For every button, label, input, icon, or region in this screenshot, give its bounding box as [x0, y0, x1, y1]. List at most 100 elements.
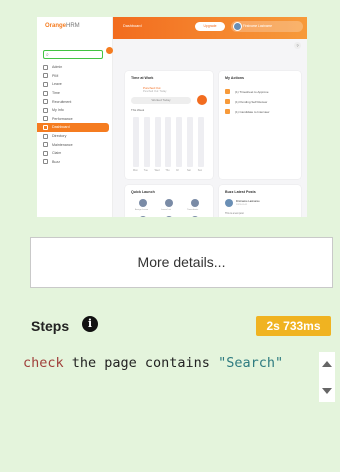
thumb-nav: Admin PIM Leave Time Recruitment My Info Perfo… — [37, 63, 113, 166]
action-label: (1) Timesheet to Approve — [235, 89, 269, 94]
week-bar — [197, 117, 204, 167]
action-label: (1) Candidate to Interview — [235, 109, 270, 114]
action-item: (1) Pending Self Review — [225, 97, 267, 106]
nav-icon — [43, 99, 48, 105]
scroll-down-icon[interactable] — [322, 388, 332, 394]
week-bars — [131, 115, 207, 167]
nav-icon — [43, 90, 48, 96]
nav-icon — [43, 150, 48, 156]
nav-label: Claim — [52, 151, 62, 156]
quick-launch-label: Timesheets — [187, 209, 199, 211]
nav-label: Maintenance — [52, 142, 73, 147]
card-title: Quick Launch — [131, 190, 155, 194]
step-code: check the page contains "Search" — [23, 352, 313, 412]
thumb-nav-item: Buzz — [37, 158, 113, 167]
quick-launch-label: Assign Leave — [135, 209, 149, 211]
code-keyword: check — [23, 355, 64, 371]
thumb-topbar-title: Dashboard — [123, 24, 142, 28]
thumb-card-quick-launch: Quick Launch Assign Leave Leave List Times… — [125, 185, 213, 217]
nav-icon — [43, 107, 48, 113]
nav-icon — [43, 73, 48, 79]
card-title: My Actions — [225, 76, 245, 80]
quick-icons: Assign LeaveLeave ListTimesheetsApply Le… — [133, 199, 209, 217]
week-bar — [176, 117, 183, 167]
nav-label: Directory — [52, 134, 67, 139]
quick-launch-icon — [165, 199, 173, 207]
nav-label: My Info — [52, 108, 64, 113]
nav-label: Recruitment — [52, 99, 72, 104]
day-label: Mon — [133, 169, 138, 172]
help-icon: ? — [294, 42, 301, 49]
nav-icon — [43, 142, 48, 148]
post-body: This is a test post — [225, 212, 244, 215]
nav-icon — [43, 64, 48, 70]
thumb-card-my-actions: My Actions (1) Timesheet to Approve (1) P… — [219, 71, 301, 179]
quick-launch-label: Leave List — [161, 209, 171, 211]
week-bar — [187, 117, 193, 167]
screenshot-thumbnail[interactable]: OrangeHRM ⌕ Admin PIM Leave Time Recruitment… — [37, 17, 307, 217]
nav-label: Leave — [52, 82, 62, 87]
thumb-upgrade-button: Upgrade — [195, 22, 225, 31]
day-label: Tue — [143, 169, 148, 172]
nav-icon — [43, 124, 48, 130]
thumb-nav-item: Maintenance — [37, 140, 113, 149]
thumb-nav-item: Admin — [37, 63, 113, 72]
nav-label: Admin — [52, 65, 63, 70]
nav-label: Performance — [52, 116, 73, 121]
week-bar — [165, 117, 172, 167]
week-bar — [154, 117, 161, 167]
thumb-topbar: Dashboard Upgrade Firstname Lastname — [113, 17, 307, 39]
thumb-nav-item: Directory — [37, 132, 113, 141]
quick-launch-icon — [139, 199, 147, 207]
thumb-main: Time at Work Punched Out Punched Out: To… — [113, 39, 307, 217]
punch-round-button — [197, 95, 207, 105]
week-bar — [143, 117, 150, 167]
quick-launch-icon — [191, 199, 199, 207]
code-scrollbar[interactable] — [319, 352, 335, 402]
action-item: (1) Candidate to Interview — [225, 107, 269, 116]
scroll-up-icon[interactable] — [322, 361, 332, 367]
code-text: the page contains — [63, 355, 219, 371]
thumb-nav-item: PIM — [37, 72, 113, 81]
punch-button: Worked Today — [131, 97, 191, 104]
thumb-avatar — [233, 22, 242, 31]
steps-title: Steps — [31, 318, 70, 334]
info-icon[interactable]: i — [82, 316, 98, 332]
thumb-card-time-at-work: Time at Work Punched Out Punched Out: To… — [125, 71, 213, 179]
thumb-card-buzz-posts: Buzz Latest Posts Firstname Lastname 202… — [219, 185, 301, 217]
day-label: Sun — [197, 169, 203, 172]
week-bar — [133, 117, 139, 167]
post: Firstname Lastname 2023-01-01 — [225, 199, 295, 209]
nav-label: Dashboard — [52, 125, 70, 130]
code-string: "Search" — [218, 355, 284, 371]
week-days: Mon Tue Wed Thu Fri Sat Sun — [131, 169, 207, 174]
thumb-nav-item: Recruitment — [37, 97, 113, 106]
thumb-nav-item: Performance — [37, 115, 113, 124]
post-avatar — [225, 199, 233, 207]
nav-label: Buzz — [52, 159, 60, 164]
week-label: This Week — [131, 108, 145, 112]
nav-icon — [43, 116, 48, 122]
card-title: Buzz Latest Posts — [225, 190, 256, 194]
action-icon — [225, 99, 230, 104]
day-label: Fri — [176, 169, 179, 172]
day-label: Wed — [154, 169, 160, 172]
card-title: Time at Work — [131, 76, 154, 80]
thumb-search-input: ⌕ — [43, 50, 103, 59]
thumb-nav-item: My Info — [37, 106, 113, 115]
nav-label: Time — [52, 91, 60, 96]
thumb-sidebar: OrangeHRM ⌕ Admin PIM Leave Time Recruitment… — [37, 17, 113, 217]
nav-icon — [43, 81, 48, 87]
more-details-button[interactable]: More details... — [30, 237, 333, 288]
post-author: Firstname Lastname — [236, 200, 260, 203]
day-label: Sat — [187, 169, 191, 172]
thumb-nav-item: Claim — [37, 149, 113, 158]
punch-sub: Punched Out: Today — [143, 90, 167, 93]
nav-label: PIM — [52, 73, 59, 78]
post-date: 2023-01-01 — [236, 204, 248, 206]
thumb-logo: OrangeHRM — [45, 23, 80, 29]
quick-launch-icon — [165, 216, 173, 217]
action-icon — [225, 109, 230, 114]
action-label: (1) Pending Self Review — [235, 99, 268, 104]
thumb-nav-item: Leave — [37, 80, 113, 89]
